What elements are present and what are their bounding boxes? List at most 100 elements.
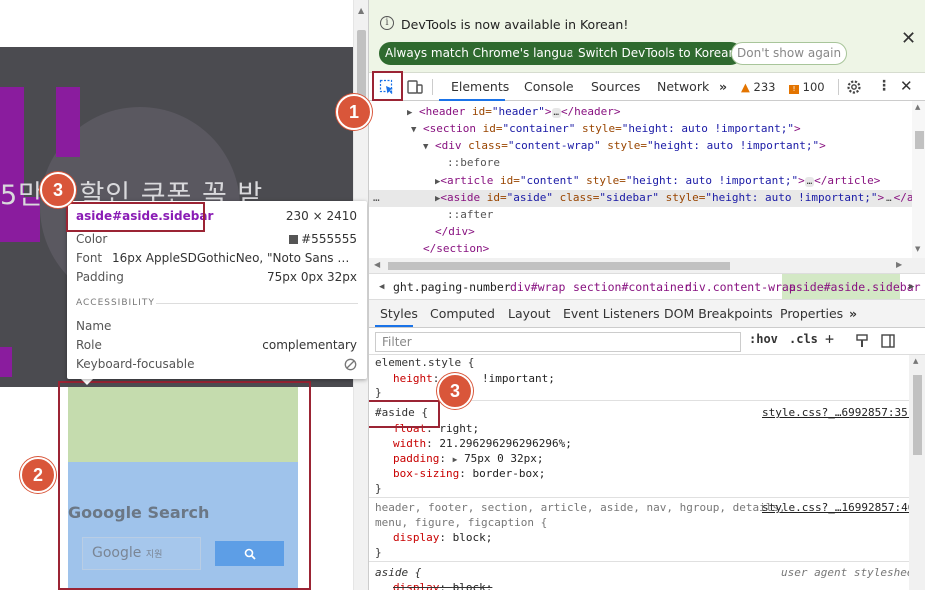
tab-properties[interactable]: Properties	[780, 306, 843, 321]
tooltip-padding-label: Padding	[76, 270, 124, 284]
close-icon[interactable]: ✕	[901, 28, 916, 49]
rule-selector[interactable]: aside {	[375, 565, 421, 580]
infobar-message: DevTools is now available in Korean!	[401, 17, 629, 32]
tooltip-font-label: Font	[76, 251, 103, 265]
style-declaration-overridden[interactable]: display: block;	[393, 580, 492, 590]
more-subtabs-icon[interactable]: »	[849, 306, 857, 321]
scroll-down-arrow-icon[interactable]: ▼	[915, 245, 920, 253]
scroll-up-arrow-icon[interactable]: ▲	[915, 103, 920, 111]
tab-console[interactable]: Console	[524, 79, 574, 94]
errors-count: 100	[802, 80, 825, 94]
styles-filter-input[interactable]: Filter	[375, 332, 741, 352]
rule-selector[interactable]: element.style {	[375, 355, 474, 370]
more-tabs-icon[interactable]: »	[719, 79, 727, 94]
collapse-triangle-icon[interactable]: ▼	[423, 142, 428, 152]
always-match-language-button[interactable]: Always match Chrome's language	[379, 42, 595, 65]
dom-pseudo-before[interactable]: ::before	[447, 155, 500, 171]
expand-triangle-icon[interactable]: ▶	[407, 108, 412, 118]
switch-to-korean-button[interactable]: Switch DevTools to Korean	[572, 42, 743, 65]
style-declaration[interactable]: padding: ▶ 75px 0 32px;	[393, 451, 544, 466]
tooltip-arrow	[80, 378, 94, 385]
scroll-right-arrow-icon[interactable]: ▶	[896, 260, 902, 269]
toggle-sidebar-icon[interactable]	[881, 334, 895, 348]
style-declaration[interactable]: height: !important;	[393, 371, 555, 386]
style-declaration[interactable]: width: 21.296296296296296%;	[393, 436, 572, 451]
warnings-count: 233	[753, 80, 776, 94]
style-declaration[interactable]: box-sizing: border-box;	[393, 466, 545, 481]
close-devtools-icon[interactable]: ✕	[900, 77, 913, 95]
scroll-up-arrow-icon[interactable]: ▲	[913, 357, 918, 365]
breadcrumb-item[interactable]: ght.paging-number	[393, 280, 511, 294]
issue-icon: !	[789, 85, 799, 94]
dom-node-content-wrap[interactable]: ▼ <div class="content-wrap" style="heigh…	[423, 138, 826, 154]
rule-separator	[369, 561, 909, 562]
stylesheet-link[interactable]: style.css?_…6992857:351	[762, 405, 909, 420]
rule-selector-cont[interactable]: menu, figure, figcaption {	[375, 515, 547, 530]
highlight-box-selector	[66, 202, 205, 232]
breadcrumb-scroll-right-icon[interactable]: ▶	[909, 282, 914, 292]
hover-state-toggle[interactable]: :hov	[749, 332, 778, 346]
dom-node-header[interactable]: ▶ <header id="header">… </header>	[407, 104, 621, 120]
new-style-rule-icon[interactable]: +	[825, 330, 834, 348]
styles-scrollbar-thumb[interactable]	[913, 375, 922, 455]
expand-triangle-icon[interactable]: ▶	[453, 455, 458, 464]
paint-brush-icon[interactable]	[855, 334, 869, 348]
class-toggle[interactable]: .cls	[789, 332, 818, 346]
tab-styles[interactable]: Styles	[380, 306, 418, 321]
dom-node-article[interactable]: ▶<article id="content" style="height: au…	[435, 173, 880, 189]
tab-network[interactable]: Network	[657, 79, 709, 94]
scroll-up-arrow-icon[interactable]: ▲	[358, 6, 364, 15]
elements-subtabs: Styles Computed Layout Event Listeners D…	[369, 300, 925, 328]
collapse-triangle-icon[interactable]: ▼	[411, 125, 416, 135]
tooltip-focusable-label: Keyboard-focusable	[76, 357, 195, 371]
dom-close-section[interactable]: </section>	[423, 241, 489, 257]
styles-scrollbar[interactable]: ▲	[909, 355, 925, 590]
collapsed-ellipsis[interactable]: …	[551, 108, 561, 118]
tooltip-size: 230 × 2410	[285, 209, 357, 223]
device-toolbar-icon[interactable]	[407, 79, 423, 95]
dom-node-aside[interactable]: ▶<aside id="aside" class="sidebar" style…	[435, 190, 913, 206]
user-agent-stylesheet-label: user agent stylesheet	[781, 566, 909, 579]
node-actions-ellipsis[interactable]: …	[373, 190, 380, 206]
rule-close: }	[375, 482, 382, 495]
tooltip-color-label: Color	[76, 232, 108, 246]
kebab-menu-icon[interactable]: ⋮	[877, 78, 891, 94]
style-declaration[interactable]: display: block;	[393, 530, 492, 545]
gear-icon[interactable]	[846, 79, 862, 95]
tab-computed[interactable]: Computed	[430, 306, 495, 321]
dom-close-div[interactable]: </div>	[435, 224, 475, 240]
tab-layout[interactable]: Layout	[508, 306, 551, 321]
tooltip-name-label: Name	[76, 319, 112, 333]
dom-tree-scrollbar-thumb[interactable]	[915, 131, 924, 149]
rule-selector[interactable]: header, footer, section, article, aside,…	[375, 500, 786, 515]
tooltip-divider	[156, 303, 358, 304]
tab-elements[interactable]: Elements	[451, 79, 509, 94]
warning-icon: ▲	[741, 80, 750, 94]
tooltip-padding-value: 75px 0px 32px	[267, 270, 357, 284]
collapsed-ellipsis[interactable]: …	[884, 194, 894, 204]
warnings-badge[interactable]: ▲ 233	[741, 80, 775, 94]
collapsed-ellipsis[interactable]: …	[804, 177, 815, 187]
tab-sources[interactable]: Sources	[591, 79, 640, 94]
stylesheet-link[interactable]: style.css?_…16992857:46	[762, 500, 909, 515]
breadcrumb-item[interactable]: div.content-wrap	[685, 280, 796, 294]
highlight-box-sidebar	[58, 381, 311, 590]
tab-dom-breakpoints[interactable]: DOM Breakpoints	[664, 306, 773, 321]
dom-node-section[interactable]: ▼ <section id="container" style="height:…	[411, 121, 801, 137]
info-icon: i	[380, 16, 394, 30]
dont-show-again-button[interactable]: Don't show again	[731, 42, 848, 65]
breadcrumb-scroll-left-icon[interactable]: ◀	[379, 282, 384, 292]
dom-tree-hscrollbar-thumb[interactable]	[388, 262, 730, 270]
breadcrumb-item[interactable]: div#wrap	[510, 280, 565, 294]
tab-event-listeners[interactable]: Event Listeners	[563, 306, 660, 321]
breadcrumb-item-active[interactable]: aside#aside.sidebar	[789, 280, 921, 294]
dom-tree-hscrollbar[interactable]: ◀ ▶	[369, 258, 925, 273]
breadcrumb-item[interactable]: section#container	[573, 280, 691, 294]
dom-pseudo-after[interactable]: ::after	[447, 207, 493, 223]
devtools-panel: i DevTools is now available in Korean! A…	[368, 0, 925, 590]
errors-badge[interactable]: ! 100	[789, 80, 825, 94]
rule-close: }	[375, 386, 382, 399]
dom-tree-scrollbar[interactable]: ▲ ▼	[912, 101, 925, 258]
rule-close: }	[375, 546, 382, 559]
scroll-left-arrow-icon[interactable]: ◀	[374, 260, 380, 269]
